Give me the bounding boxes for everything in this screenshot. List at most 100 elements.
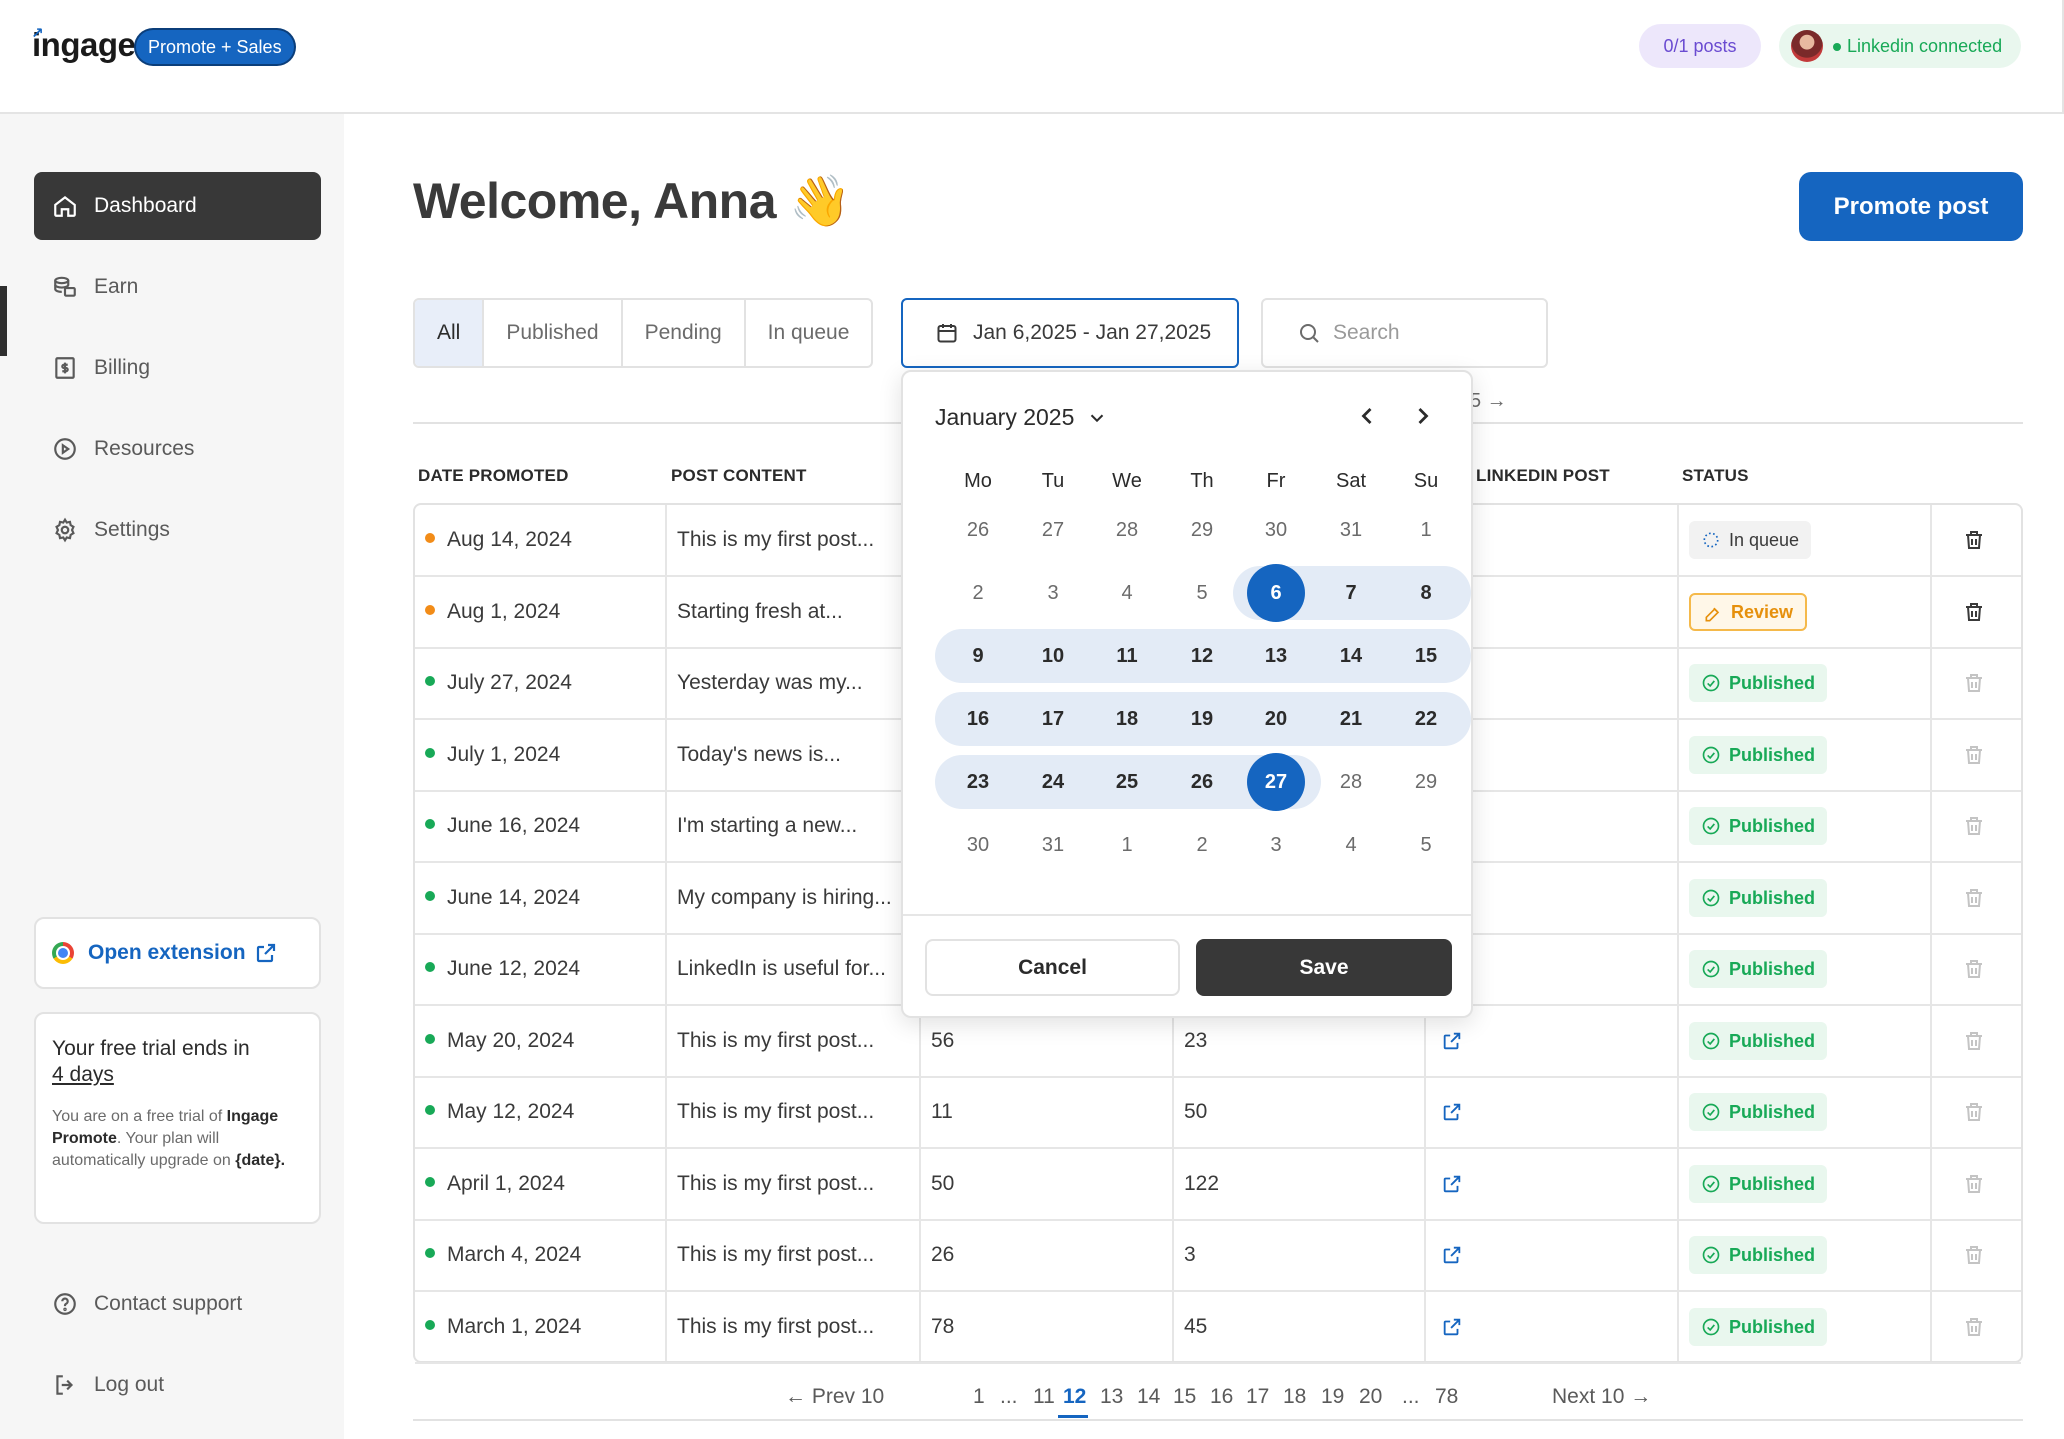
page-button[interactable]: 18 — [1283, 1385, 1306, 1409]
calendar-day[interactable]: 2 — [949, 564, 1007, 622]
post-content-cell[interactable]: This is my first post... — [677, 1077, 913, 1147]
sidebar-item-settings[interactable]: Settings — [34, 496, 321, 564]
search-input[interactable]: Search — [1261, 298, 1548, 368]
calendar-day[interactable]: 31 — [1024, 816, 1082, 874]
page-button[interactable]: 12 — [1063, 1385, 1086, 1409]
calendar-day[interactable]: 5 — [1397, 816, 1455, 874]
table-row[interactable]: May 12, 2024 This is my first post... 11 50… — [415, 1077, 2021, 1149]
calendar-day[interactable]: 31 — [1322, 501, 1380, 559]
next-month-button[interactable] — [1409, 402, 1439, 432]
calendar-day[interactable]: 12 — [1173, 627, 1231, 685]
tab-all[interactable]: All — [415, 300, 485, 366]
calendar-day[interactable]: 26 — [1173, 753, 1231, 811]
page-button[interactable]: 20 — [1359, 1385, 1382, 1409]
calendar-day[interactable]: 29 — [1173, 501, 1231, 559]
linkedin-status-pill[interactable]: Linkedin connected — [1779, 24, 2021, 68]
calendar-day[interactable]: 1 — [1098, 816, 1156, 874]
table-row[interactable]: March 1, 2024 This is my first post... 78 4… — [415, 1292, 2021, 1364]
sidebar-item-billing[interactable]: Billing — [34, 334, 321, 402]
linkedin-post-link[interactable] — [1441, 1316, 1463, 1338]
calendar-day[interactable]: 14 — [1322, 627, 1380, 685]
calendar-day[interactable]: 7 — [1322, 564, 1380, 622]
calendar-day[interactable]: 29 — [1397, 753, 1455, 811]
post-content-cell[interactable]: Yesterday was my... — [677, 648, 913, 718]
calendar-day[interactable]: 10 — [1024, 627, 1082, 685]
delete-button[interactable] — [1962, 600, 1986, 624]
calendar-day[interactable]: 21 — [1322, 690, 1380, 748]
page-button[interactable]: 15 — [1173, 1385, 1196, 1409]
page-button[interactable]: 11 — [1033, 1385, 1055, 1409]
table-row[interactable]: April 1, 2024 This is my first post... 50 1… — [415, 1149, 2021, 1221]
page-button[interactable]: 19 — [1321, 1385, 1344, 1409]
page-button[interactable]: 14 — [1137, 1385, 1160, 1409]
post-content-cell[interactable]: My company is hiring... — [677, 863, 913, 933]
calendar-day[interactable]: 20 — [1247, 690, 1305, 748]
calendar-day[interactable]: 16 — [949, 690, 1007, 748]
post-content-cell[interactable]: LinkedIn is useful for... — [677, 934, 913, 1004]
open-extension-button[interactable]: Open extension — [34, 917, 321, 989]
calendar-day[interactable]: 28 — [1098, 501, 1156, 559]
linkedin-post-link[interactable] — [1441, 1173, 1463, 1195]
post-content-cell[interactable]: This is my first post... — [677, 1292, 913, 1362]
calendar-day[interactable]: 25 — [1098, 753, 1156, 811]
calendar-day[interactable]: 26 — [949, 501, 1007, 559]
calendar-day[interactable]: 4 — [1322, 816, 1380, 874]
ingage-logo[interactable]: ↗ ingage — [31, 25, 136, 64]
post-content-cell[interactable]: Today's news is... — [677, 720, 913, 790]
tab-in-queue[interactable]: In queue — [746, 300, 872, 366]
post-content-cell[interactable]: This is my first post... — [677, 1220, 913, 1290]
calendar-day[interactable]: 3 — [1247, 816, 1305, 874]
contact-support-link[interactable]: Contact support — [34, 1291, 242, 1317]
calendar-day[interactable]: 27 — [1024, 501, 1082, 559]
calendar-day[interactable]: 23 — [949, 753, 1007, 811]
sidebar-item-dashboard[interactable]: Dashboard — [34, 172, 321, 240]
page-button[interactable]: 1 — [973, 1385, 985, 1409]
calendar-day[interactable]: 13 — [1247, 627, 1305, 685]
date-range-picker[interactable]: Jan 6,2025 - Jan 27,2025 — [901, 298, 1239, 368]
linkedin-post-link[interactable] — [1441, 1030, 1463, 1052]
post-content-cell[interactable]: This is my first post... — [677, 505, 913, 575]
post-content-cell[interactable]: I'm starting a new... — [677, 791, 913, 861]
promote-post-button[interactable]: Promote post — [1799, 172, 2023, 241]
calendar-day[interactable]: 4 — [1098, 564, 1156, 622]
calendar-day[interactable]: 3 — [1024, 564, 1082, 622]
calendar-day-selected[interactable]: 27 — [1247, 753, 1305, 811]
month-selector[interactable]: January 2025 — [935, 404, 1108, 431]
calendar-day[interactable]: 15 — [1397, 627, 1455, 685]
calendar-day[interactable]: 2 — [1173, 816, 1231, 874]
sidebar-item-earn[interactable]: Earn — [34, 253, 321, 321]
calendar-day[interactable]: 9 — [949, 627, 1007, 685]
calendar-day[interactable]: 17 — [1024, 690, 1082, 748]
calendar-day[interactable]: 5 — [1173, 564, 1231, 622]
calendar-day[interactable]: 18 — [1098, 690, 1156, 748]
next-page-button[interactable]: Next 10 → — [1552, 1385, 1651, 1409]
logout-link[interactable]: Log out — [34, 1372, 164, 1398]
tab-pending[interactable]: Pending — [623, 300, 746, 366]
prev-month-button[interactable] — [1353, 402, 1383, 432]
sidebar-item-resources[interactable]: Resources — [34, 415, 321, 483]
calendar-day[interactable]: 30 — [1247, 501, 1305, 559]
calendar-day[interactable]: 8 — [1397, 564, 1455, 622]
page-button[interactable]: 78 — [1435, 1385, 1458, 1409]
post-content-cell[interactable]: This is my first post... — [677, 1149, 913, 1219]
delete-button[interactable] — [1962, 528, 1986, 552]
calendar-day[interactable]: 24 — [1024, 753, 1082, 811]
cancel-button[interactable]: Cancel — [925, 939, 1180, 996]
page-button[interactable]: 17 — [1246, 1385, 1269, 1409]
linkedin-post-link[interactable] — [1441, 1101, 1463, 1123]
tab-published[interactable]: Published — [484, 300, 623, 366]
calendar-day[interactable]: 30 — [949, 816, 1007, 874]
post-content-cell[interactable]: Starting fresh at... — [677, 577, 913, 647]
calendar-day[interactable]: 19 — [1173, 690, 1231, 748]
calendar-day[interactable]: 1 — [1397, 501, 1455, 559]
page-button[interactable]: 13 — [1100, 1385, 1123, 1409]
calendar-day[interactable]: 11 — [1098, 627, 1156, 685]
post-content-cell[interactable]: This is my first post... — [677, 1006, 913, 1076]
table-row[interactable]: March 4, 2024 This is my first post... 26 3… — [415, 1220, 2021, 1292]
prev-page-button[interactable]: ← Prev 10 — [785, 1385, 884, 1409]
linkedin-post-link[interactable] — [1441, 1244, 1463, 1266]
page-button[interactable]: 16 — [1210, 1385, 1233, 1409]
save-button[interactable]: Save — [1196, 939, 1452, 996]
calendar-day-selected[interactable]: 6 — [1247, 564, 1305, 622]
avatar[interactable] — [1791, 30, 1823, 62]
